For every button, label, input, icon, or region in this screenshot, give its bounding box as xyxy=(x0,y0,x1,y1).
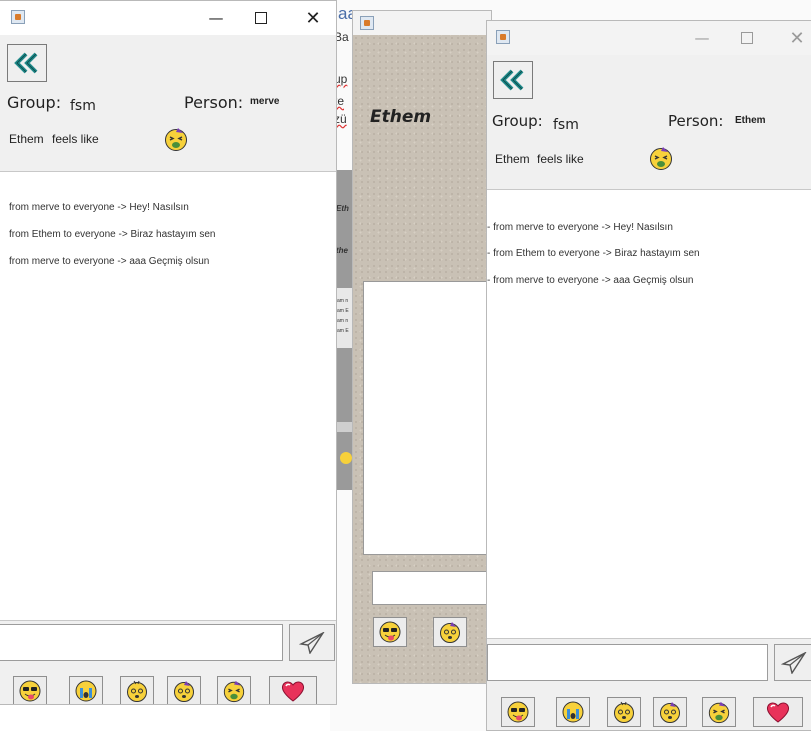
feels-name: Ethem xyxy=(495,152,530,166)
heart-emoji-icon xyxy=(281,681,305,702)
close-icon[interactable]: ✕ xyxy=(775,21,811,55)
middle-chat-window: Ethem xyxy=(352,10,492,684)
tongue-sunglasses-emoji-icon xyxy=(507,701,529,723)
left-chat-window: — ✕ Group: fsm Person: merve Ethem feels… xyxy=(0,0,337,705)
person-label: Person: xyxy=(668,112,724,130)
back-button[interactable] xyxy=(7,44,47,82)
background-strip-line: am n xyxy=(337,298,349,304)
middle-window-titlebar xyxy=(353,11,491,35)
sick-face-emoji-icon xyxy=(650,147,672,170)
tongue-sunglasses-emoji-button[interactable] xyxy=(373,617,407,647)
feels-name: Ethem xyxy=(9,132,44,146)
background-strip-text: Eth xyxy=(336,204,349,213)
party-dizzy-emoji-icon xyxy=(440,622,460,643)
group-value: fsm xyxy=(70,98,96,114)
sick-face-emoji-icon xyxy=(223,680,245,703)
message-input[interactable] xyxy=(487,644,768,681)
sick-face-emoji-icon xyxy=(165,128,187,151)
person-value: merve xyxy=(250,96,280,107)
party-dizzy-emoji-button[interactable] xyxy=(653,697,687,727)
sick-face-emoji-icon xyxy=(340,452,352,464)
party-dizzy-emoji-icon xyxy=(660,702,680,723)
maximize-icon[interactable] xyxy=(725,21,769,55)
tongue-sunglasses-emoji-icon xyxy=(379,621,401,643)
tongue-sunglasses-emoji-icon xyxy=(19,680,41,702)
group-label: Group: xyxy=(492,112,543,130)
group-label: Group: xyxy=(7,93,62,112)
heart-emoji-icon xyxy=(766,702,790,723)
java-app-icon xyxy=(496,30,510,44)
chat-message: - from Ethem to everyone -> Biraz hastay… xyxy=(487,248,700,259)
dizzy-emoji-icon xyxy=(127,680,147,702)
right-chat-window: — ✕ Group: fsm Person: Ethem Ethem feels… xyxy=(486,20,811,731)
double-chevron-left-icon xyxy=(14,52,38,74)
paper-plane-icon xyxy=(781,651,807,674)
maximize-icon[interactable] xyxy=(239,1,283,35)
chat-messages-area: from merve to everyone -> Hey! Nasılsın … xyxy=(0,171,336,621)
java-app-icon xyxy=(360,16,374,30)
chat-message: - from merve to everyone -> Hey! Nasılsı… xyxy=(487,222,673,233)
background-strip-line: am E xyxy=(337,328,349,334)
heart-emoji-button[interactable] xyxy=(753,697,803,727)
background-strip-line: am n xyxy=(337,318,349,324)
minimize-icon[interactable]: — xyxy=(194,1,238,35)
party-dizzy-emoji-button[interactable] xyxy=(433,617,467,647)
double-chevron-left-icon xyxy=(500,69,524,91)
crying-emoji-button[interactable] xyxy=(556,697,590,727)
chat-messages-area: - from merve to everyone -> Hey! Nasılsı… xyxy=(487,189,811,639)
close-icon[interactable]: ✕ xyxy=(291,1,335,35)
middle-message-input[interactable] xyxy=(372,571,488,605)
minimize-icon[interactable]: — xyxy=(680,21,724,55)
background-strip-line: am E xyxy=(337,308,349,314)
tongue-sunglasses-emoji-button[interactable] xyxy=(501,697,535,727)
message-input[interactable] xyxy=(0,624,283,661)
chat-message: from merve to everyone -> Hey! Nasılsın xyxy=(9,202,189,213)
dizzy-emoji-button[interactable] xyxy=(120,676,154,704)
middle-chat-area xyxy=(363,281,488,555)
sick-face-emoji-button[interactable] xyxy=(702,697,736,727)
sick-face-emoji-icon xyxy=(708,701,730,724)
send-button[interactable] xyxy=(289,624,335,661)
feels-text: feels like xyxy=(537,152,584,166)
send-button[interactable] xyxy=(774,644,811,681)
java-app-icon xyxy=(11,10,25,24)
dizzy-emoji-button[interactable] xyxy=(607,697,641,727)
middle-window-name: Ethem xyxy=(370,107,432,127)
chat-message: - from merve to everyone -> aaa Geçmiş o… xyxy=(487,275,694,286)
chat-message: from Ethem to everyone -> Biraz hastayım… xyxy=(9,229,216,240)
tongue-sunglasses-emoji-button[interactable] xyxy=(13,676,47,704)
person-value: Ethem xyxy=(735,115,766,126)
left-window-titlebar: — ✕ xyxy=(0,1,336,35)
back-button[interactable] xyxy=(493,61,533,99)
crying-emoji-icon xyxy=(562,701,584,723)
person-label: Person: xyxy=(184,93,244,112)
paper-plane-icon xyxy=(299,631,325,654)
group-value: fsm xyxy=(553,117,579,133)
party-dizzy-emoji-icon xyxy=(174,681,194,702)
feels-text: feels like xyxy=(52,132,99,146)
crying-emoji-icon xyxy=(75,680,97,702)
crying-emoji-button[interactable] xyxy=(69,676,103,704)
heart-emoji-button[interactable] xyxy=(269,676,317,704)
party-dizzy-emoji-button[interactable] xyxy=(167,676,201,704)
background-strip-text: the xyxy=(336,246,348,255)
sick-face-emoji-button[interactable] xyxy=(217,676,251,704)
chat-message: from merve to everyone -> aaa Geçmiş ols… xyxy=(9,256,210,267)
dizzy-emoji-icon xyxy=(614,701,634,723)
right-window-titlebar: — ✕ xyxy=(487,21,811,55)
